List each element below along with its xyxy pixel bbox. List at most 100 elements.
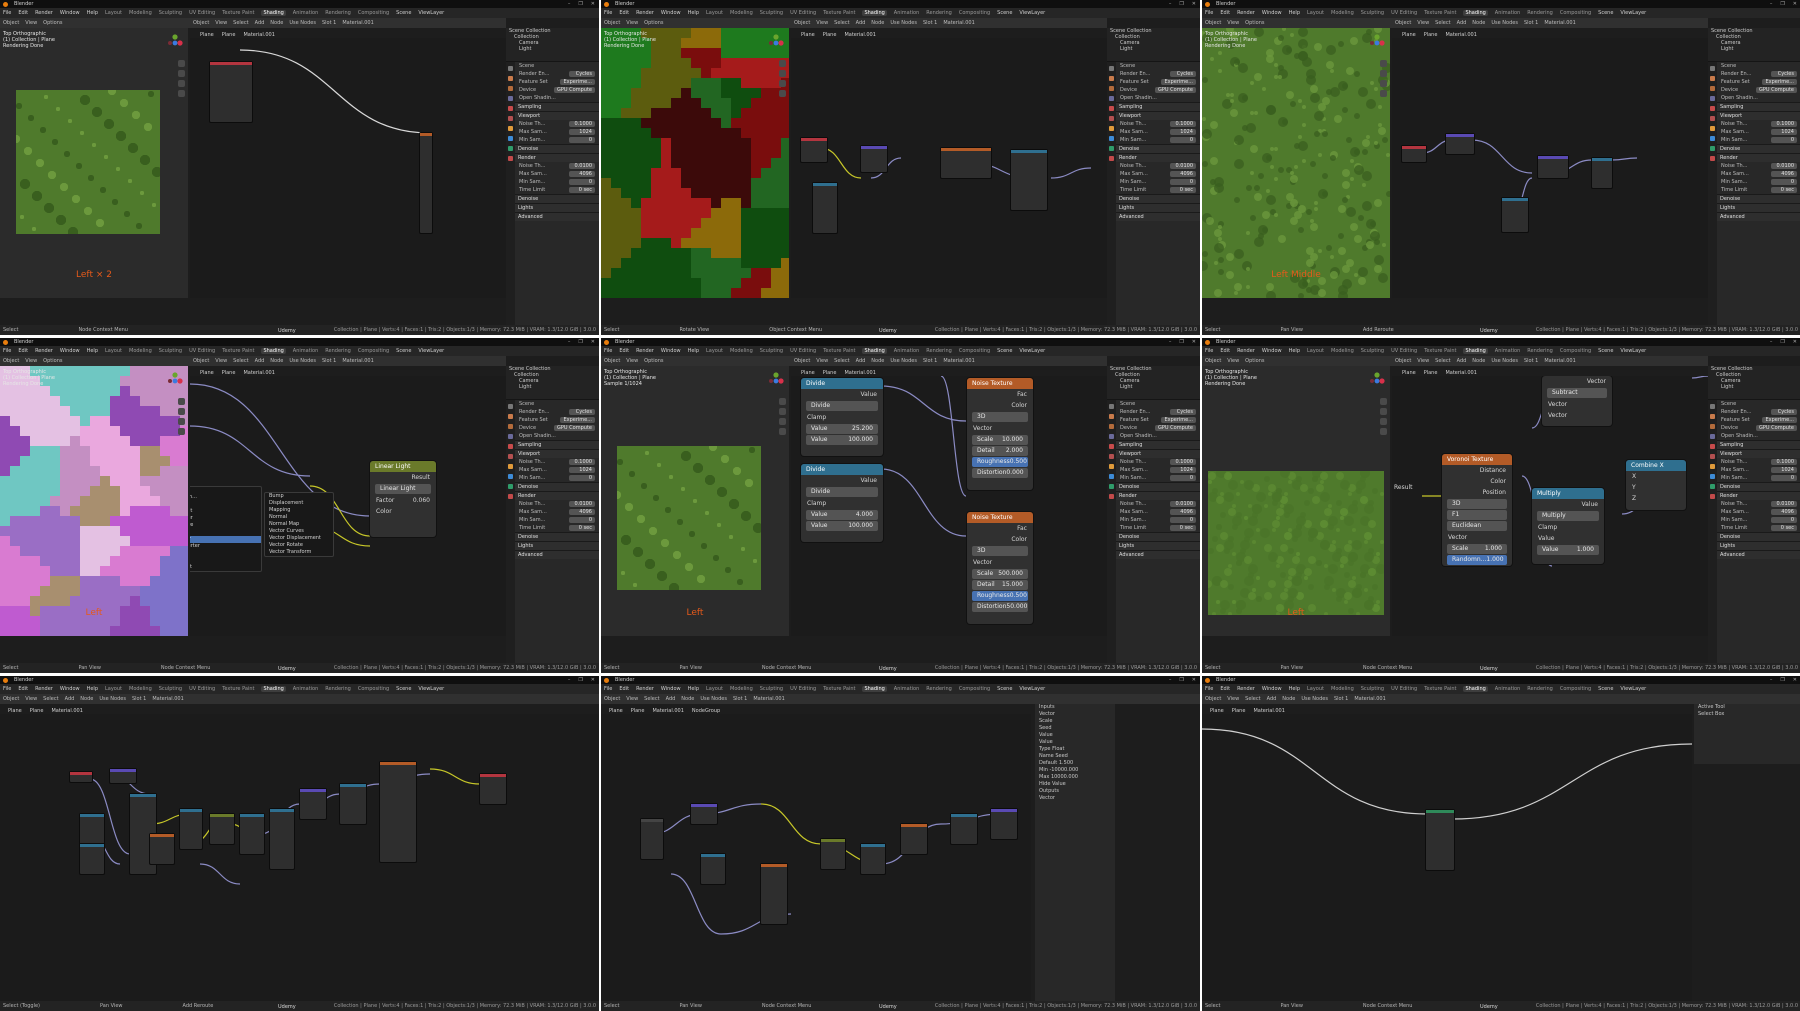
open-shading-label[interactable]: Open Shadin... [515, 94, 599, 102]
tool-tab-icon[interactable] [1710, 66, 1715, 71]
maximize-icon[interactable]: ❐ [1780, 677, 1784, 683]
render-max-samples-field[interactable]: 4096 [1771, 171, 1797, 177]
render-min-samples-field[interactable]: 0 [1170, 179, 1196, 185]
mini-node[interactable] [901, 824, 927, 854]
workspace-tab-shading[interactable]: Shading [261, 686, 286, 692]
noise-dimensions-dropdown[interactable]: 3D [972, 412, 1028, 422]
viewport-subsection[interactable]: Viewport [1116, 449, 1200, 458]
camera-icon[interactable] [1380, 80, 1387, 87]
menu-help[interactable]: Help [87, 686, 98, 692]
workspace-tab-modeling[interactable]: Modeling [1331, 686, 1354, 692]
viewport-header-item[interactable]: Object [1205, 358, 1221, 364]
view-layer-selector[interactable]: ViewLayer [418, 10, 444, 16]
divide-node[interactable]: Divide Value Divide Clamp Value 4.000 Val… [801, 464, 883, 542]
view-layer-selector[interactable]: ViewLayer [1019, 686, 1045, 692]
device-dropdown[interactable]: GPU Compute [554, 425, 595, 431]
workspace-tab-texture-paint[interactable]: Texture Paint [1424, 686, 1456, 692]
menu-help[interactable]: Help [688, 686, 699, 692]
render-subsection[interactable]: Render [1717, 491, 1800, 500]
voronoi-metric-dropdown[interactable]: Euclidean [1447, 521, 1507, 531]
noise-roughness-field[interactable]: Roughness 0.500 [972, 591, 1028, 601]
viewport-header-item[interactable]: View [1227, 358, 1239, 364]
workspace-tab-animation[interactable]: Animation [1495, 10, 1521, 16]
view-layer-selector[interactable]: ViewLayer [1620, 348, 1646, 354]
workspace-tab-rendering[interactable]: Rendering [926, 348, 952, 354]
render-engine-dropdown[interactable]: Cycles [569, 409, 595, 415]
output-tab-icon[interactable] [1710, 424, 1715, 429]
node-header-item[interactable]: Add [666, 696, 676, 702]
vector-submenu-item[interactable]: Vector Rotate [265, 542, 333, 549]
node-header-item[interactable]: Slot 1 [923, 20, 937, 26]
viewport-header-item[interactable]: View [25, 20, 37, 26]
window-controls[interactable]: – ❐ ✕ [568, 677, 599, 683]
mini-node[interactable] [701, 854, 725, 884]
object-tab-icon[interactable] [1710, 464, 1715, 469]
scene-selector[interactable]: Scene [1598, 686, 1613, 692]
node-header-item[interactable]: Slot 1 [1524, 358, 1538, 364]
vector-submenu-item[interactable]: Vector Displacement [265, 535, 333, 542]
noise-detail-field[interactable]: Detail 2.000 [972, 446, 1028, 456]
navigation-gizmo-icon[interactable] [167, 34, 183, 50]
3d-viewport[interactable]: Top Orthographic (1) Collection | Plane Re… [1202, 366, 1390, 636]
workspace-tab-sculpting[interactable]: Sculpting [159, 686, 182, 692]
3d-viewport[interactable]: Top Orthographic (1) Collection | Plane Re… [0, 28, 188, 298]
menu-window[interactable]: Window [1262, 10, 1282, 16]
output-tab-icon[interactable] [508, 424, 513, 429]
menu-file[interactable]: File [3, 686, 11, 692]
3d-viewport[interactable]: Top Orthographic (1) Collection | Plane Re… [601, 28, 789, 298]
group-input-item[interactable]: Seed [1035, 725, 1115, 732]
modifier-tab-icon[interactable] [508, 474, 513, 479]
3d-viewport[interactable]: Top Orthographic (1) Collection | Plane Re… [0, 366, 188, 636]
node-header-item[interactable]: Use Nodes [289, 358, 316, 364]
workspace-tab-texture-paint[interactable]: Texture Paint [222, 10, 254, 16]
node-header-item[interactable]: Use Nodes [1491, 358, 1518, 364]
menu-edit[interactable]: Edit [18, 348, 28, 354]
workspace-tab-compositing[interactable]: Compositing [358, 10, 389, 16]
node-editor[interactable]: AddSearch...InputOutputShaderTextureColo… [190, 376, 506, 636]
node-header-item[interactable]: Object [604, 696, 620, 702]
mini-node[interactable] [340, 784, 366, 824]
node-header-item[interactable]: Object [794, 358, 810, 364]
zoom-icon[interactable] [178, 398, 185, 405]
world-tab-icon[interactable] [1109, 116, 1114, 121]
render-min-samples-field[interactable]: 0 [1771, 517, 1797, 523]
combine-xyz-node[interactable]: Combine X X Y Z [1626, 460, 1686, 510]
divide-clamp-checkbox[interactable]: Clamp [801, 498, 883, 509]
mini-node[interactable] [861, 146, 887, 172]
node-editor[interactable] [1202, 714, 1692, 1001]
navigation-gizmo-icon[interactable] [1369, 34, 1385, 50]
advanced-section[interactable]: Advanced [515, 550, 599, 559]
noise-texture-node[interactable]: Noise Texture Fac Color 3D Vector Scale 5… [967, 512, 1033, 624]
node-header-item[interactable]: Select [834, 358, 849, 364]
menu-render[interactable]: Render [1237, 686, 1255, 692]
add-menu-item[interactable]: Layout [190, 564, 261, 571]
time-limit-field[interactable]: 0 sec [1771, 187, 1797, 193]
node-header-item[interactable]: Slot 1 [322, 20, 336, 26]
node-header-item[interactable]: Object [794, 20, 810, 26]
modifier-tab-icon[interactable] [1109, 136, 1114, 141]
workspace-tab-uv-editing[interactable]: UV Editing [1391, 686, 1417, 692]
node-header-item[interactable]: Select [834, 20, 849, 26]
mini-node[interactable] [210, 62, 252, 122]
workspace-tab-compositing[interactable]: Compositing [959, 686, 990, 692]
workspace-tab-shading[interactable]: Shading [862, 686, 887, 692]
noise-threshold-field[interactable]: 0.1000 [1771, 459, 1797, 465]
feature-set-dropdown[interactable]: Experime... [1762, 417, 1797, 423]
node-header-item[interactable]: Slot 1 [132, 696, 146, 702]
scene-tab-icon[interactable] [1109, 106, 1114, 111]
lights-section[interactable]: Lights [1116, 203, 1200, 212]
render-subsection[interactable]: Render [1116, 153, 1200, 162]
vector-submenu-item[interactable]: Bump [265, 493, 333, 500]
output-tab-icon[interactable] [1109, 86, 1114, 91]
scene-tab-icon[interactable] [1710, 106, 1715, 111]
denoise-render-subsection[interactable]: Denoise [1717, 532, 1800, 541]
workspace-tab-modeling[interactable]: Modeling [730, 10, 753, 16]
workspace-tab-uv-editing[interactable]: UV Editing [790, 348, 816, 354]
workspace-tab-modeling[interactable]: Modeling [129, 10, 152, 16]
outliner-light[interactable]: Light [1107, 384, 1200, 390]
noise-threshold-field[interactable]: 0.1000 [1170, 459, 1196, 465]
view-layer-selector[interactable]: ViewLayer [418, 348, 444, 354]
zoom-icon[interactable] [1380, 398, 1387, 405]
grid-icon[interactable] [779, 428, 786, 435]
workspace-tab-compositing[interactable]: Compositing [1560, 10, 1591, 16]
